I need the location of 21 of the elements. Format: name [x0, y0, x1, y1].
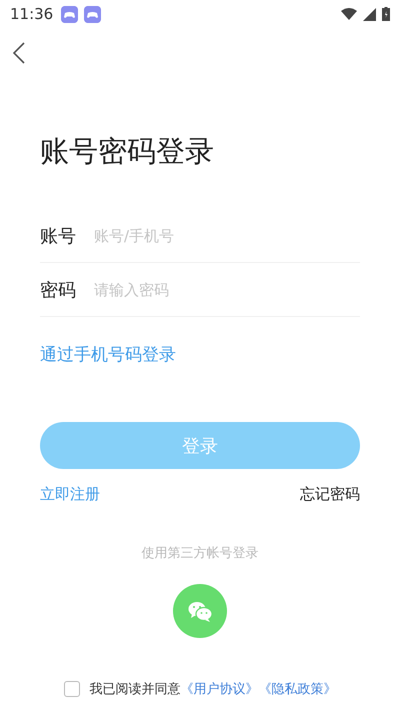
- battery-icon: [382, 7, 390, 21]
- gamepad-icon: [84, 6, 102, 22]
- gamepad-icon: [61, 6, 78, 22]
- field-label: 账号: [40, 224, 77, 248]
- wifi-icon: [341, 8, 357, 20]
- agreement-checkbox[interactable]: [64, 681, 80, 697]
- third-party-label: 使用第三方帐号登录: [140, 545, 260, 562]
- signal-icon: [363, 8, 376, 20]
- phone-login-link[interactable]: 通过手机号码登录: [40, 343, 176, 366]
- policy-link[interactable]: 《隐私政策》: [258, 682, 336, 697]
- chat-login-button[interactable]: [173, 584, 227, 638]
- forgot-password-link[interactable]: 忘记密码: [300, 485, 360, 504]
- field-label: 密码: [40, 278, 77, 302]
- page-title: 账号密码登录: [40, 133, 215, 170]
- input-field[interactable]: 账号/手机号: [94, 226, 360, 244]
- policy-link[interactable]: 《用户协议》: [180, 682, 258, 697]
- back-icon[interactable]: [12, 42, 26, 64]
- agreement-text: 我已阅读并同意: [90, 682, 180, 697]
- status-time: 11:36: [10, 5, 54, 23]
- register-link[interactable]: 立即注册: [40, 485, 100, 504]
- input-field[interactable]: 请输入密码: [94, 280, 360, 298]
